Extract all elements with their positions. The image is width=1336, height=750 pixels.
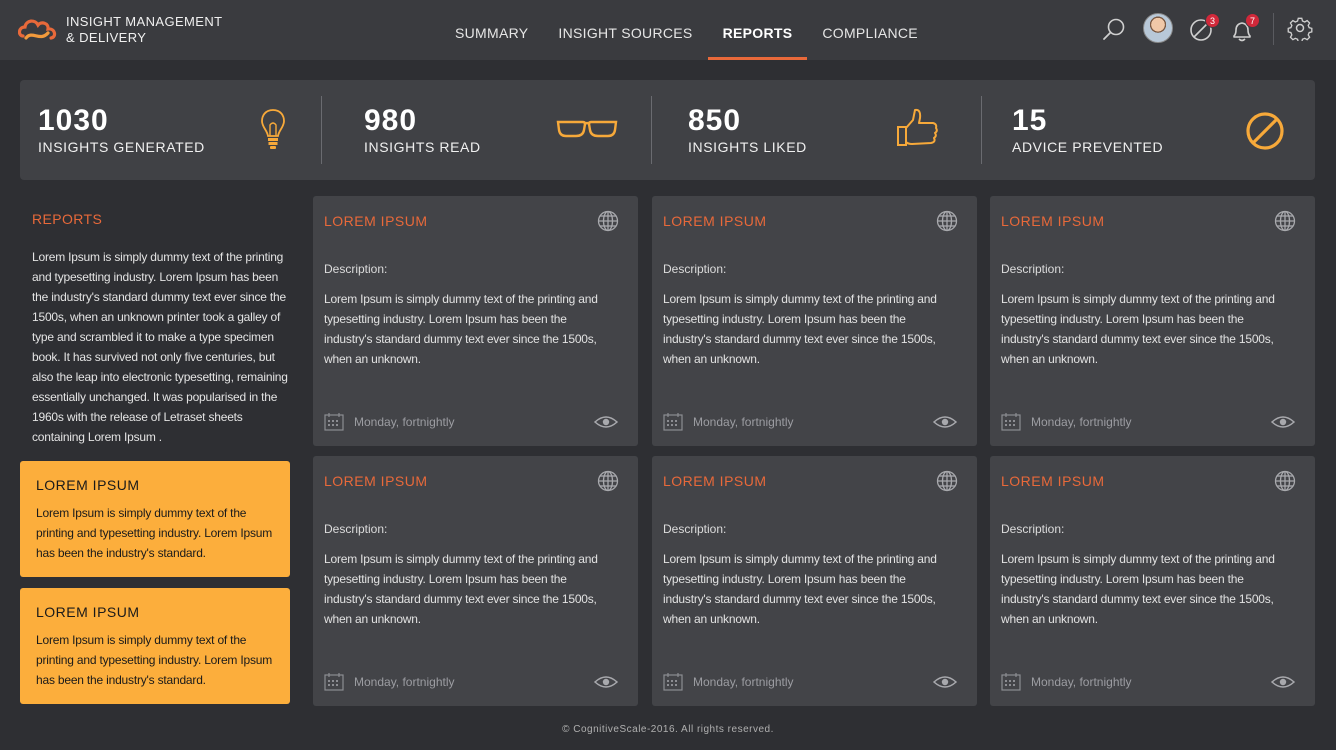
card-frequency: Monday, fortnightly [693, 675, 794, 689]
lightbulb-icon [261, 109, 285, 149]
stat-advice-prevented: 15 ADVICE PREVENTED [1012, 80, 1302, 180]
card-description: Lorem Ipsum is simply dummy text of the … [663, 552, 937, 626]
brand-logo[interactable]: INSIGHT MANAGEMENT & DELIVERY [18, 14, 222, 46]
nav-compliance[interactable]: COMPLIANCE [807, 0, 933, 60]
blocked-count-badge: 3 [1205, 13, 1220, 28]
stats-panel: 1030 INSIGHTS GENERATED 980 INSIGHTS REA… [20, 80, 1315, 180]
gear-icon[interactable] [1287, 15, 1313, 41]
calendar-icon [663, 413, 683, 431]
callout-text: Lorem Ipsum is simply dummy text of the … [36, 633, 273, 687]
report-card[interactable]: LOREM IPSUM Description: Lorem Ipsum is … [313, 456, 638, 706]
card-title: LOREM IPSUM [1001, 213, 1105, 229]
card-description: Lorem Ipsum is simply dummy text of the … [324, 552, 598, 626]
card-title: LOREM IPSUM [324, 473, 428, 489]
eye-icon[interactable] [594, 415, 618, 429]
stat-label: INSIGHTS READ [364, 139, 481, 155]
card-frequency: Monday, fortnightly [354, 675, 455, 689]
stat-value: 850 [688, 104, 742, 137]
calendar-icon [1001, 413, 1021, 431]
card-title: LOREM IPSUM [324, 213, 428, 229]
brand-line-1: INSIGHT MANAGEMENT [66, 14, 223, 29]
report-card[interactable]: LOREM IPSUM Description: Lorem Ipsum is … [990, 196, 1315, 446]
notifications-button[interactable]: 7 [1229, 13, 1260, 45]
card-title: LOREM IPSUM [663, 213, 767, 229]
notifications-count-badge: 7 [1245, 13, 1260, 28]
callout-card-1[interactable]: LOREM IPSUM Lorem Ipsum is simply dummy … [20, 461, 290, 577]
report-card[interactable]: LOREM IPSUM Description: Lorem Ipsum is … [990, 456, 1315, 706]
card-description-label: Description: [324, 262, 388, 276]
callout-text: Lorem Ipsum is simply dummy text of the … [36, 506, 273, 560]
header-divider [1273, 13, 1274, 45]
card-description-label: Description: [324, 522, 388, 536]
stat-value: 1030 [38, 104, 109, 137]
card-description: Lorem Ipsum is simply dummy text of the … [1001, 292, 1275, 366]
stat-insights-generated: 1030 INSIGHTS GENERATED [38, 80, 318, 180]
stat-value: 15 [1012, 104, 1048, 137]
nav-reports[interactable]: REPORTS [707, 0, 808, 60]
main-nav: SUMMARY INSIGHT SOURCES REPORTS COMPLIAN… [440, 0, 933, 60]
card-description-label: Description: [663, 522, 727, 536]
card-frequency: Monday, fortnightly [1031, 415, 1132, 429]
brand-line-2: & DELIVERY [66, 30, 147, 45]
calendar-icon [1001, 673, 1021, 691]
card-description-label: Description: [663, 262, 727, 276]
stat-insights-read: 980 INSIGHTS READ [364, 80, 654, 180]
callout-title: LOREM IPSUM [36, 477, 140, 493]
reports-heading: REPORTS [32, 211, 103, 227]
nav-summary[interactable]: SUMMARY [440, 0, 543, 60]
reports-description: Lorem Ipsum is simply dummy text of the … [32, 250, 288, 444]
nav-insight-sources[interactable]: INSIGHT SOURCES [543, 0, 707, 60]
card-description: Lorem Ipsum is simply dummy text of the … [663, 292, 937, 366]
eye-icon[interactable] [933, 415, 957, 429]
card-description-label: Description: [1001, 262, 1065, 276]
eye-icon[interactable] [594, 675, 618, 689]
calendar-icon [324, 673, 344, 691]
stat-label: ADVICE PREVENTED [1012, 139, 1164, 155]
eye-icon[interactable] [933, 675, 957, 689]
globe-icon[interactable] [936, 470, 958, 492]
stat-divider [981, 96, 982, 164]
card-frequency: Monday, fortnightly [1031, 675, 1132, 689]
card-title: LOREM IPSUM [1001, 473, 1105, 489]
card-title: LOREM IPSUM [663, 473, 767, 489]
footer-copyright: © CognitiveScale-2016. All rights reserv… [562, 724, 774, 735]
stat-divider [651, 96, 652, 164]
calendar-icon [324, 413, 344, 431]
glasses-icon [556, 120, 618, 138]
globe-icon[interactable] [597, 470, 619, 492]
eye-icon[interactable] [1271, 675, 1295, 689]
blocked-button[interactable]: 3 [1189, 13, 1220, 45]
callout-title: LOREM IPSUM [36, 604, 140, 620]
globe-icon[interactable] [597, 210, 619, 232]
card-frequency: Monday, fortnightly [354, 415, 455, 429]
callout-card-2[interactable]: LOREM IPSUM Lorem Ipsum is simply dummy … [20, 588, 290, 704]
card-description: Lorem Ipsum is simply dummy text of the … [1001, 552, 1275, 626]
globe-icon[interactable] [936, 210, 958, 232]
stat-label: INSIGHTS GENERATED [38, 139, 205, 155]
prohibited-icon [1246, 112, 1284, 150]
brand-name: INSIGHT MANAGEMENT & DELIVERY [66, 14, 222, 46]
search-icon[interactable] [1101, 17, 1127, 43]
top-navigation-bar: INSIGHT MANAGEMENT & DELIVERY SUMMARY IN… [0, 0, 1336, 60]
stat-insights-liked: 850 INSIGHTS LIKED [688, 80, 978, 180]
globe-icon[interactable] [1274, 210, 1296, 232]
card-frequency: Monday, fortnightly [693, 415, 794, 429]
globe-icon[interactable] [1274, 470, 1296, 492]
card-description-label: Description: [1001, 522, 1065, 536]
stat-value: 980 [364, 104, 418, 137]
thumbs-up-icon [897, 108, 938, 146]
card-description: Lorem Ipsum is simply dummy text of the … [324, 292, 598, 366]
eye-icon[interactable] [1271, 415, 1295, 429]
brand-cloud-icon [18, 19, 57, 40]
report-card[interactable]: LOREM IPSUM Description: Lorem Ipsum is … [652, 196, 977, 446]
calendar-icon [663, 673, 683, 691]
stat-label: INSIGHTS LIKED [688, 139, 807, 155]
stat-divider [321, 96, 322, 164]
user-avatar[interactable] [1143, 13, 1173, 43]
report-card[interactable]: LOREM IPSUM Description: Lorem Ipsum is … [313, 196, 638, 446]
report-card[interactable]: LOREM IPSUM Description: Lorem Ipsum is … [652, 456, 977, 706]
